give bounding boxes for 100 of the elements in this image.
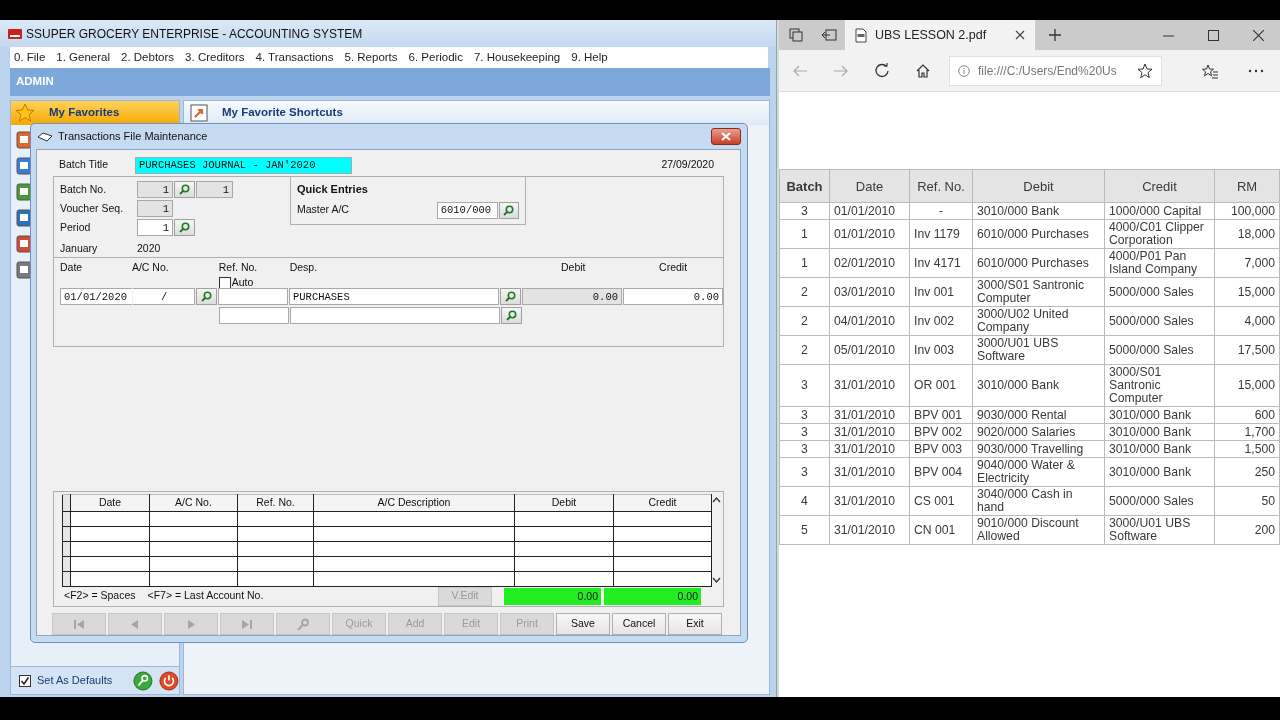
shortcut-icon[interactable] (16, 261, 32, 279)
shortcut-icon[interactable] (16, 183, 32, 201)
refresh-icon[interactable] (873, 62, 890, 79)
favorite-star-icon[interactable] (1137, 62, 1153, 79)
table-cell: 3010/000 Bank (1104, 457, 1215, 487)
table-cell: 6010/000 Purchases (972, 219, 1105, 249)
input-field[interactable]: 0.00 (623, 288, 723, 305)
table-cell: 1,500 (1214, 440, 1280, 458)
scrollbar[interactable] (712, 494, 721, 586)
lookup-button[interactable] (500, 288, 521, 305)
total-credit: 0.00 (604, 587, 701, 605)
shortcut-icon[interactable] (16, 235, 32, 253)
table-cell: 3000/S01 Santronic Computer (972, 277, 1105, 307)
key-icon[interactable] (133, 669, 154, 692)
shortcut-icon[interactable] (16, 131, 32, 149)
close-icon[interactable] (1015, 30, 1025, 40)
tabs-icon[interactable] (788, 28, 803, 42)
close-button[interactable] (711, 128, 741, 145)
table-cell: 31/01/2010 (829, 457, 910, 487)
column-label: A/C No. (131, 261, 169, 273)
column-label: Credit (659, 261, 688, 273)
home-icon[interactable] (914, 62, 931, 79)
input-field[interactable]: PURCHASES (289, 288, 499, 305)
table-cell: 200 (1214, 515, 1280, 545)
input-field[interactable]: 0.00 (522, 288, 622, 305)
table-cell: 03/01/2010 (829, 277, 910, 307)
input-field[interactable] (218, 288, 288, 305)
menu-item[interactable]: 5. Reports (344, 48, 398, 67)
user-bar: ADMIN (10, 68, 770, 96)
table-cell: 3010/000 Bank (972, 202, 1105, 220)
search-icon (201, 291, 212, 302)
shortcut-icon[interactable] (16, 157, 32, 175)
menu-item[interactable]: 3. Creditors (185, 48, 245, 67)
window-title: SSUPER GROCERY ENTERPRISE - ACCOUNTING SYSTEM (26, 25, 363, 43)
tab-title: UBS LESSON 2.pdf (875, 26, 987, 44)
favorites-list-icon[interactable] (1202, 62, 1218, 79)
first-icon (72, 617, 86, 631)
input-field[interactable] (290, 307, 500, 324)
table-cell: 3 (779, 440, 830, 458)
table-cell: 5 (779, 515, 830, 545)
search-icon (179, 184, 190, 195)
table-cell: 5000/000 Sales (1104, 306, 1215, 336)
input-field[interactable]: 1 (137, 219, 173, 236)
menu-item[interactable]: 7. Housekeeping (473, 48, 561, 67)
table-cell: 1000/000 Capital (1104, 202, 1215, 220)
table-cell: 05/01/2010 (829, 335, 910, 365)
table-cell: 3 (779, 457, 830, 487)
action-button[interactable]: Save (556, 613, 610, 635)
input-field[interactable]: PURCHASES JOURNAL - JAN'2020 (135, 156, 352, 174)
table-cell: 6010/000 Purchases (972, 248, 1105, 278)
month-text: January (60, 241, 99, 257)
browser-tab[interactable]: UBS LESSON 2.pdf (845, 20, 1035, 50)
menu-item[interactable]: 9. Help (571, 48, 608, 67)
maximize-icon[interactable] (1208, 29, 1219, 41)
table-cell: 15,000 (1214, 364, 1280, 407)
power-icon[interactable] (159, 669, 179, 692)
column-label: Ref. No. (218, 261, 258, 273)
menu-item[interactable]: 2. Debtors (121, 48, 175, 67)
input-field[interactable] (219, 307, 289, 324)
table-cell: 9030/000 Rental (972, 406, 1105, 424)
column-header: Ref. No. (909, 169, 973, 203)
action-button[interactable]: Exit (668, 613, 722, 635)
year-text: 2020 (137, 241, 161, 257)
close-icon[interactable] (1253, 29, 1264, 41)
table-cell: 31/01/2010 (829, 486, 910, 516)
table-cell: OR 001 (909, 364, 973, 407)
shortcut-icon[interactable] (16, 209, 32, 227)
field-label: Batch No. (60, 181, 108, 197)
menu-item[interactable]: 6. Periodic (408, 48, 463, 67)
table-cell: 9030/000 Travelling (972, 440, 1105, 458)
table-cell: 18,000 (1214, 219, 1280, 249)
column-header: Date (70, 494, 150, 512)
table-cell: 4000/P01 Pan Island Company (1104, 248, 1215, 278)
table-cell: 1 (779, 248, 830, 278)
address-bar[interactable]: file:///C:/Users/End%20Us (949, 55, 1162, 86)
lookup-button[interactable] (498, 201, 519, 219)
search-icon (179, 222, 190, 233)
checkbox-label: Auto (231, 274, 254, 290)
column-label: Desp. (289, 261, 318, 273)
dialog-icon (37, 131, 53, 142)
input-field[interactable]: 6010/000 (436, 201, 498, 219)
table-cell: 50 (1214, 486, 1280, 516)
table-cell: 2 (779, 277, 830, 307)
checkbox[interactable] (218, 276, 231, 289)
address-text: file:///C:/Users/End%20Us (978, 62, 1117, 80)
action-button[interactable]: Cancel (612, 613, 666, 635)
plus-icon[interactable] (1049, 29, 1061, 41)
menu-item[interactable]: 0. File (14, 48, 46, 67)
lookup-button[interactable] (501, 307, 522, 324)
checkbox[interactable] (19, 674, 31, 687)
lookup-button[interactable] (196, 288, 217, 305)
table-cell: 9040/000 Water & Electricity (972, 457, 1105, 487)
set-aside-icon[interactable] (820, 29, 837, 41)
table-cell: BPV 003 (909, 440, 973, 458)
checkbox-label: Set As Defaults (37, 673, 113, 689)
menu-item[interactable]: 4. Transactions (255, 48, 334, 67)
menu-item[interactable]: 1. General (56, 48, 111, 67)
field-label: Batch Title (58, 157, 110, 173)
lookup-button[interactable] (174, 219, 195, 236)
table-cell: 3000/U01 UBS Software (1104, 515, 1215, 545)
